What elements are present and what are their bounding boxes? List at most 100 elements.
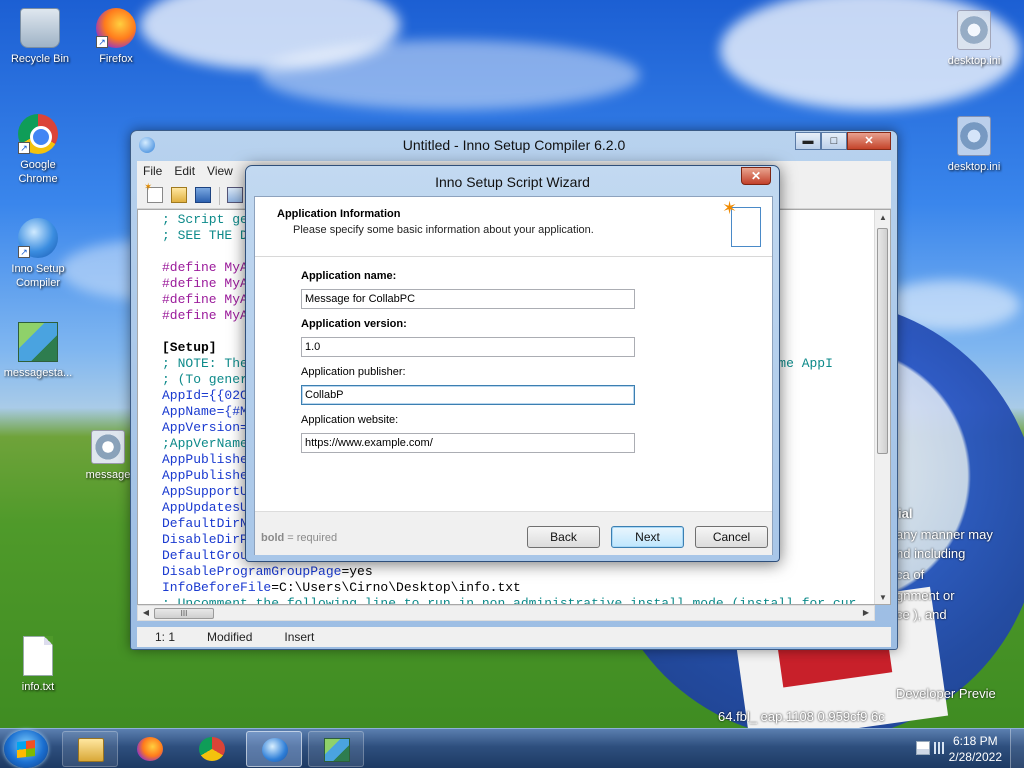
desktop-icon-label: Google Chrome [18, 159, 58, 185]
desktop-icon-label: info.txt [21, 681, 55, 693]
code-text: DisableDirP [162, 532, 248, 547]
page-description: Please specify some basic information ab… [293, 224, 594, 236]
recycle-bin-icon [20, 8, 60, 48]
folder-icon [78, 738, 104, 762]
shortcut-arrow-icon: ↗ [96, 36, 108, 48]
new-file-icon[interactable] [144, 182, 163, 203]
taskbar-explorer[interactable] [62, 731, 118, 767]
clock-date: 2/28/2022 [948, 750, 1002, 764]
code-text: ; SEE THE D [162, 228, 248, 243]
code-key: DisableProgramGroupPage [162, 564, 342, 579]
clock[interactable]: 6:18 PM 2/28/2022 [949, 733, 1002, 765]
app-publisher-label: Application publisher: [301, 366, 406, 378]
scroll-up-arrow-icon[interactable]: ▲ [875, 210, 890, 226]
desktop-icon-label: Inno Setup Compiler [11, 263, 65, 289]
scrollbar-thumb[interactable] [877, 228, 888, 454]
menu-edit[interactable]: Edit [174, 164, 195, 178]
desktop-icon-info-txt[interactable]: info.txt [0, 636, 76, 694]
scroll-down-arrow-icon[interactable]: ▼ [875, 590, 890, 604]
compile-icon[interactable] [227, 187, 243, 203]
network-icon[interactable] [934, 742, 946, 754]
save-icon[interactable] [195, 187, 211, 203]
desktop-icon-label: message [85, 469, 131, 481]
modified-indicator: Modified [207, 630, 253, 644]
show-desktop-button[interactable] [1010, 729, 1024, 768]
desktop-icon-label: messagesta... [3, 367, 73, 379]
app-publisher-input[interactable] [301, 385, 635, 405]
desktop-icon-firefox[interactable]: ↗ Firefox [78, 8, 154, 66]
maximize-button[interactable]: □ [821, 132, 847, 150]
start-button[interactable] [4, 730, 48, 768]
horizontal-scrollbar[interactable]: ◀ III ▶ [137, 605, 875, 621]
settings-file-icon [957, 10, 991, 50]
required-note-bold: bold [261, 532, 285, 544]
app-name-input[interactable] [301, 289, 635, 309]
taskbar-firefox[interactable] [122, 731, 178, 767]
close-button[interactable]: ✕ [847, 132, 891, 150]
desktop-icon-inno-setup[interactable]: ↗ Inno Setup Compiler [0, 218, 76, 290]
code-key: InfoBeforeFile [162, 580, 272, 595]
scroll-left-arrow-icon[interactable]: ◀ [138, 606, 154, 620]
taskbar-inno-setup[interactable] [246, 731, 302, 767]
code-text: #define MyA [162, 276, 248, 291]
code-text: ; (To gener [162, 372, 248, 387]
taskbar-chrome[interactable] [184, 731, 240, 767]
action-center-flag-icon[interactable] [916, 741, 930, 755]
cancel-button[interactable]: Cancel [695, 526, 768, 548]
wizard-header: Application Information Please specify s… [255, 197, 772, 257]
code-text: AppPublishe [162, 452, 248, 467]
watermark-line: any manner may [896, 527, 993, 542]
app-website-input[interactable] [301, 433, 635, 453]
inno-setup-icon [262, 738, 288, 762]
menu-file[interactable]: File [143, 164, 162, 178]
scrollbar-thumb[interactable]: III [154, 608, 214, 619]
taskbar: 6:18 PM 2/28/2022 [0, 728, 1024, 768]
watermark-line: ce ), and [896, 607, 947, 622]
required-note-text: = required [284, 532, 338, 544]
open-folder-icon[interactable] [171, 187, 187, 203]
code-line: InfoBeforeFile=C:\Users\Cirno\Desktop\in… [138, 580, 872, 596]
next-button[interactable]: Next [611, 526, 684, 548]
close-button[interactable]: ✕ [741, 167, 771, 185]
build-info-line: Developer Previe [896, 686, 996, 701]
desktop-icon-label: Firefox [99, 53, 133, 65]
code-value: =yes [341, 564, 373, 579]
desktop-icon-desktop-ini[interactable]: desktop.ini [936, 10, 1012, 68]
scroll-right-arrow-icon[interactable]: ▶ [858, 606, 874, 620]
code-text: #define MyA [162, 292, 248, 307]
dialog-body: Application Information Please specify s… [254, 196, 773, 555]
code-text: AppUpdatesU [162, 500, 248, 515]
watermark-line: nd including [896, 546, 966, 561]
code-line: DisableProgramGroupPage=yes [138, 564, 872, 580]
app-website-label: Application website: [301, 414, 399, 426]
chrome-icon: ↗ [18, 114, 58, 154]
code-text: AppName={#M [162, 404, 248, 419]
toolbar-separator [219, 187, 220, 205]
code-text: ;AppVerName [162, 436, 248, 451]
clock-time: 6:18 PM [952, 734, 998, 748]
minimize-button[interactable]: ▬ [795, 132, 821, 150]
app-name-label: Application name: [301, 270, 397, 282]
desktop-icon-desktop-ini-2[interactable]: desktop.ini [936, 116, 1012, 174]
code-text: ; Uncomment the following line to run in… [162, 596, 857, 605]
code-value: =C:\Users\Cirno\Desktop\info.txt [271, 580, 521, 595]
desktop-icon-chrome[interactable]: ↗ Google Chrome [0, 114, 76, 186]
watermark-line: ial [898, 506, 913, 521]
code-text: DefaultDirN [162, 516, 248, 531]
menu-view[interactable]: View [207, 164, 233, 178]
taskbar-registry[interactable] [308, 731, 364, 767]
app-version-input[interactable] [301, 337, 635, 357]
desktop-icon-recycle-bin[interactable]: Recycle Bin [2, 8, 78, 66]
desktop-icon-label: desktop.ini [947, 55, 1001, 67]
window-title: Untitled - Inno Setup Compiler 6.2.0 [402, 137, 626, 153]
desktop-icon-label: Recycle Bin [10, 53, 70, 65]
new-document-icon [722, 198, 761, 247]
code-line: ; Uncomment the following line to run in… [138, 596, 872, 605]
vertical-scrollbar[interactable]: ▲ ▼ [874, 210, 890, 604]
settings-file-icon [91, 430, 125, 464]
script-wizard-dialog[interactable]: Inno Setup Script Wizard ✕ Application I… [245, 165, 780, 562]
desktop-icon-label: desktop.ini [947, 161, 1001, 173]
back-button[interactable]: Back [527, 526, 600, 548]
shortcut-arrow-icon: ↗ [18, 142, 30, 154]
desktop-icon-messagesta[interactable]: messagesta... [0, 322, 76, 380]
